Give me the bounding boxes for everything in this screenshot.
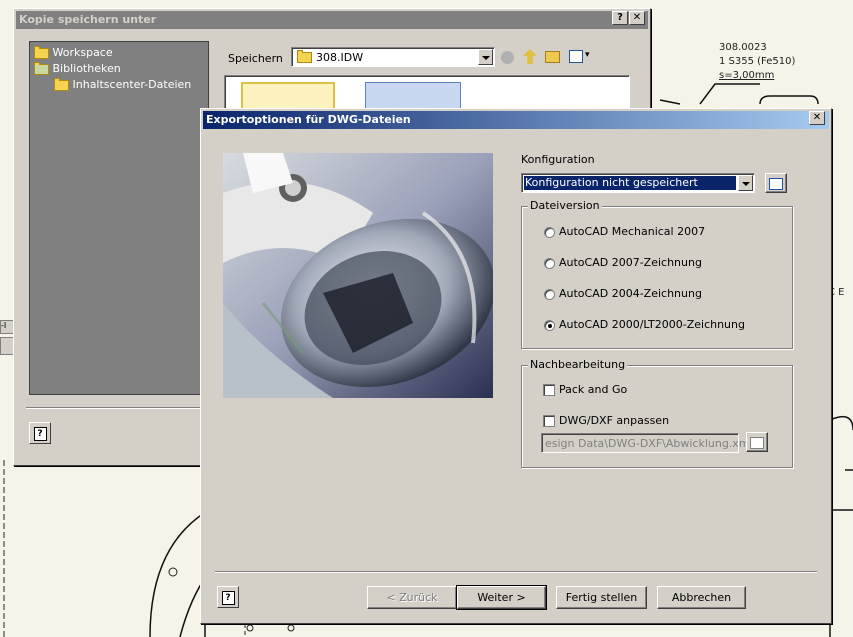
help-button[interactable]: ?: [29, 422, 51, 444]
radio-mechanical-2007[interactable]: [544, 227, 555, 238]
file-version-group: Dateiversion AutoCAD Mechanical 2007 Aut…: [521, 199, 793, 349]
configuration-selected-value: Konfiguration nicht gespeichert: [524, 176, 736, 190]
save-config-icon: [769, 178, 783, 190]
dwg-adjust-checkbox[interactable]: [543, 415, 555, 427]
save-configuration-button[interactable]: [765, 173, 787, 193]
save-dialog-titlebar: Kopie speichern unter: [16, 11, 648, 29]
folder-icon: [54, 77, 69, 91]
location-tree[interactable]: Workspace Bibliotheken Inhaltscenter-Dat…: [29, 41, 209, 395]
dwg-adjust-label: DWG/DXF anpassen: [559, 414, 670, 427]
chevron-down-icon[interactable]: [478, 49, 493, 65]
part-number-label: 308.0023: [719, 42, 767, 53]
pack-and-go-checkbox[interactable]: [543, 384, 555, 396]
help-button[interactable]: ?: [217, 586, 239, 608]
cancel-button[interactable]: Abbrechen: [657, 586, 746, 609]
radio-label: AutoCAD Mechanical 2007: [559, 225, 706, 238]
folder-icon: [297, 50, 312, 63]
library-icon: [34, 61, 49, 75]
help-icon: ?: [33, 427, 47, 441]
tree-item-content-center[interactable]: Inhaltscenter-Dateien: [54, 77, 191, 91]
view-menu-dropdown-icon[interactable]: ▾: [585, 50, 590, 60]
folder-icon: [34, 45, 49, 59]
chevron-down-icon[interactable]: [738, 175, 753, 191]
separator: [215, 571, 817, 573]
separator: [26, 407, 216, 409]
wizard-illustration: [223, 153, 493, 398]
finish-button[interactable]: Fertig stellen: [556, 586, 647, 609]
xml-path-field[interactable]: esign Data\DWG-DXF\Abwicklung.xml: [541, 433, 753, 453]
browse-xml-button[interactable]: [746, 432, 768, 452]
radio-label: AutoCAD 2007-Zeichnung: [559, 256, 702, 269]
next-button[interactable]: Weiter >: [456, 585, 547, 610]
tree-item-workspace[interactable]: Workspace: [34, 45, 113, 59]
export-dialog-title: Exportoptionen für DWG-Dateien: [206, 113, 411, 126]
radio-autocad-2007[interactable]: [544, 258, 555, 269]
post-processing-group: Nachbearbeitung Pack and Go DWG/DXF anpa…: [521, 358, 793, 468]
radio-label: AutoCAD 2004-Zeichnung: [559, 287, 702, 300]
close-icon[interactable]: ✕: [809, 111, 825, 125]
save-in-select[interactable]: 308.IDW: [291, 47, 495, 67]
radio-autocad-2004[interactable]: [544, 289, 555, 300]
back-button[interactable]: < Zurück: [367, 586, 457, 609]
radio-label: AutoCAD 2000/LT2000-Zeichnung: [559, 318, 745, 331]
new-folder-icon[interactable]: [545, 51, 560, 63]
save-dialog-title: Kopie speichern unter: [19, 13, 157, 26]
help-icon: ?: [221, 591, 235, 605]
view-menu-icon[interactable]: [569, 50, 583, 63]
tree-item-libraries[interactable]: Bibliotheken: [34, 61, 121, 75]
up-folder-icon[interactable]: [523, 49, 537, 64]
close-icon[interactable]: ✕: [629, 11, 645, 25]
configuration-select[interactable]: Konfiguration nicht gespeichert: [521, 173, 755, 193]
file-version-group-label: Dateiversion: [528, 199, 602, 212]
thickness-label: s=3,00mm: [719, 70, 775, 81]
material-label: 1 S355 (Fe510): [719, 56, 796, 67]
pack-and-go-label: Pack and Go: [559, 383, 628, 396]
configuration-label: Konfiguration: [521, 153, 595, 166]
export-dialog-titlebar: Exportoptionen für DWG-Dateien: [203, 111, 829, 129]
dwg-export-dialog: Exportoptionen für DWG-Dateien ✕ Konfigu…: [200, 108, 832, 624]
save-in-label: Speichern: [228, 52, 283, 65]
browse-icon: [750, 437, 764, 449]
back-nav-icon[interactable]: [501, 51, 514, 64]
help-titlebar-button[interactable]: ?: [612, 11, 628, 25]
radio-autocad-2000[interactable]: [544, 320, 555, 331]
post-processing-group-label: Nachbearbeitung: [528, 358, 628, 371]
